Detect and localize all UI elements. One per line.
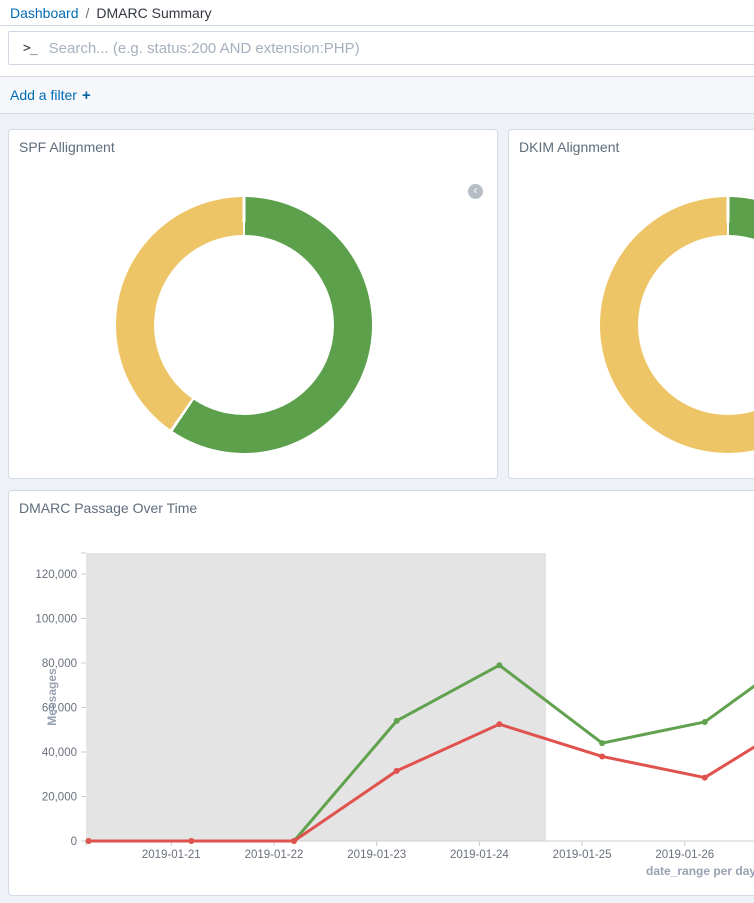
add-filter-label: Add a filter — [10, 87, 77, 103]
plus-icon: + — [82, 87, 91, 104]
filter-bar: Add a filter + — [0, 76, 754, 114]
dkim-donut-chart[interactable] — [600, 197, 754, 453]
donut-hole — [638, 235, 754, 415]
svg-text:20,000: 20,000 — [42, 792, 77, 804]
svg-text:0: 0 — [71, 836, 77, 848]
spf-donut-chart[interactable] — [116, 197, 372, 453]
svg-text:100,000: 100,000 — [35, 614, 77, 626]
breadcrumb-separator: / — [86, 5, 90, 21]
panel-dmarc-passage: DMARC Passage Over Time 020,00040,00060,… — [8, 490, 754, 896]
legend-collapse-icon[interactable]: ‹ — [468, 184, 483, 199]
svg-text:80,000: 80,000 — [42, 658, 77, 670]
chevron-left-icon: ‹ — [474, 183, 478, 198]
dmarc-passage-over-time-chart[interactable]: 020,00040,00060,00080,000100,000120,0002… — [9, 491, 754, 896]
donut-hole — [154, 235, 334, 415]
svg-text:2019-01-23: 2019-01-23 — [347, 849, 406, 861]
breadcrumb: Dashboard / DMARC Summary — [0, 0, 754, 26]
panel-spf-alignment: SPF Allignment ‹ — [8, 129, 498, 479]
search-box: >_ — [8, 31, 754, 65]
search-input[interactable] — [47, 39, 754, 58]
svg-text:120,000: 120,000 — [35, 569, 77, 581]
breadcrumb-dashboard-link[interactable]: Dashboard — [10, 5, 79, 21]
panel-dkim-alignment: DKIM Alignment — [508, 129, 754, 479]
terminal-prompt-icon: >_ — [23, 41, 37, 56]
svg-text:2019-01-21: 2019-01-21 — [142, 849, 201, 861]
page-title: DMARC Summary — [96, 5, 211, 21]
panel-title-dkim: DKIM Alignment — [509, 130, 754, 155]
kibana-dashboard-app: Dashboard / DMARC Summary >_ Add a filte… — [0, 0, 754, 903]
svg-text:2019-01-26: 2019-01-26 — [655, 849, 714, 861]
search-bar-row: >_ — [0, 31, 754, 76]
svg-text:date_range per day: date_range per day — [646, 864, 754, 878]
svg-text:40,000: 40,000 — [42, 747, 77, 759]
add-filter-button[interactable]: Add a filter + — [10, 87, 91, 104]
svg-text:2019-01-25: 2019-01-25 — [553, 849, 612, 861]
svg-text:2019-01-22: 2019-01-22 — [245, 849, 304, 861]
panel-title-spf: SPF Allignment — [9, 130, 497, 155]
svg-text:Messages: Messages — [45, 668, 59, 726]
dashboard-grid: SPF Allignment ‹ DKIM Alignment DMARC Pa… — [0, 114, 754, 903]
svg-text:2019-01-24: 2019-01-24 — [450, 849, 509, 861]
